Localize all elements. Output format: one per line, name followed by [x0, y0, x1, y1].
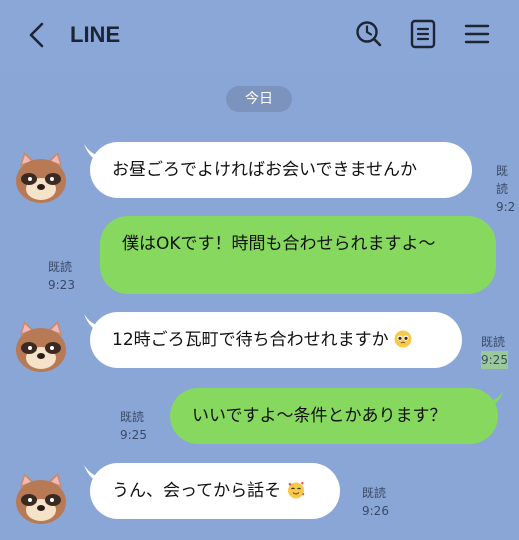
message-meta: 既読 9:2 — [496, 162, 519, 216]
chat-header: LINE — [0, 0, 519, 72]
message-bubble-outgoing[interactable]: いいですよ〜条件とかあります？ — [170, 388, 498, 444]
message-meta: 既読 9:23 — [48, 258, 75, 294]
chevron-left-icon[interactable] — [24, 20, 50, 50]
message-text: お昼ごろでよければお会いできませんか — [112, 160, 417, 180]
tanuki-avatar-icon[interactable] — [12, 318, 70, 376]
menu-icon[interactable] — [462, 18, 492, 50]
message-bubble-incoming[interactable]: 12時ごろ瓦町で待ち合わせれますか — [90, 312, 462, 368]
pleading-face-icon — [394, 330, 412, 348]
message-time: 9:23 — [48, 278, 75, 292]
read-receipt: 既読 — [120, 410, 145, 424]
message-bubble-outgoing[interactable]: 僕はOKです！時間も合わせられますよ〜 — [100, 216, 496, 294]
read-receipt: 既読 — [362, 486, 387, 500]
message-text: 12時ごろ瓦町で待ち合わせれますか — [112, 330, 389, 350]
message-time: 9:2 — [496, 200, 516, 214]
message-time: 9:26 — [362, 504, 389, 518]
tanuki-avatar-icon[interactable] — [12, 149, 70, 207]
search-clock-icon[interactable] — [354, 18, 384, 50]
smiling-hearts-face-icon — [287, 481, 304, 499]
message-bubble-incoming[interactable]: お昼ごろでよければお会いできませんか — [90, 142, 472, 198]
message-text: 僕はOKです！時間も合わせられますよ〜 — [122, 234, 436, 254]
message-meta: 既読 9:25 — [120, 408, 147, 444]
message-text: うん、会ってから話そ — [112, 481, 282, 501]
read-receipt: 既読 — [48, 260, 73, 274]
message-time: 9:25 — [120, 428, 147, 442]
message-meta: 既読 9:26 — [362, 484, 389, 520]
message-text: いいですよ〜条件とかあります？ — [192, 406, 447, 426]
message-meta: 既読 9:25 — [481, 333, 508, 369]
notes-icon[interactable] — [408, 18, 438, 50]
read-receipt: 既読 — [481, 335, 506, 349]
tanuki-avatar-icon[interactable] — [12, 470, 70, 528]
date-divider: 今日 — [226, 86, 292, 112]
chat-title: LINE — [70, 22, 121, 47]
bubble-tail — [486, 390, 504, 408]
message-bubble-incoming[interactable]: うん、会ってから話そ — [90, 463, 340, 519]
message-time: 9:25 — [481, 351, 508, 369]
read-receipt: 既読 — [496, 164, 509, 196]
